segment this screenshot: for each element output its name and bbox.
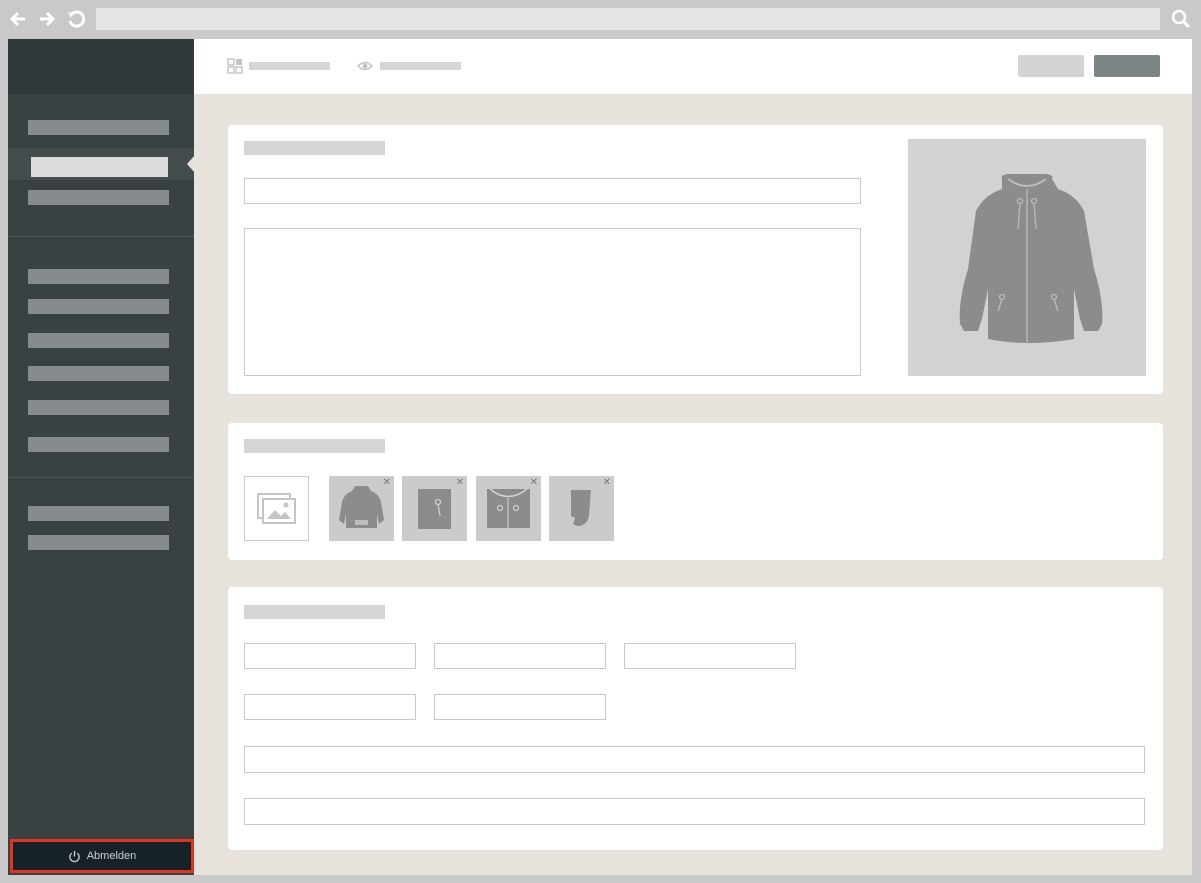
sidebar-item[interactable] bbox=[28, 299, 169, 314]
close-icon[interactable]: ✕ bbox=[603, 477, 611, 488]
sidebar-item-active-label bbox=[31, 157, 168, 177]
view-option-label[interactable] bbox=[249, 62, 330, 70]
sidebar-item[interactable] bbox=[28, 366, 169, 381]
logout-label: Abmelden bbox=[86, 850, 137, 862]
attribute-input[interactable] bbox=[244, 694, 416, 720]
title-input[interactable] bbox=[244, 178, 861, 204]
power-icon bbox=[68, 850, 80, 862]
card-title bbox=[244, 605, 385, 619]
wide-input[interactable] bbox=[244, 746, 1145, 773]
sidebar-item[interactable] bbox=[28, 120, 169, 135]
arrow-left-icon[interactable] bbox=[8, 9, 28, 29]
arrow-right-icon[interactable] bbox=[37, 9, 57, 29]
details-card bbox=[228, 125, 1163, 394]
grid-icon[interactable] bbox=[227, 58, 243, 74]
close-icon[interactable]: ✕ bbox=[530, 477, 538, 488]
secondary-button[interactable] bbox=[1018, 55, 1084, 77]
sidebar-divider bbox=[8, 477, 194, 478]
active-indicator-icon bbox=[187, 155, 195, 173]
sidebar-item[interactable] bbox=[28, 190, 169, 205]
gallery-card: ✕ ✕ ✕ ✕ bbox=[228, 423, 1163, 560]
image-thumbnail[interactable]: ✕ bbox=[402, 476, 467, 541]
browser-chrome bbox=[0, 0, 1201, 39]
url-bar[interactable] bbox=[96, 8, 1160, 30]
logout-button[interactable]: Abmelden bbox=[10, 839, 194, 873]
add-image-icon bbox=[257, 493, 296, 524]
app-window: Abmelden ✕ ✕ ✕ ✕ bbox=[8, 39, 1192, 875]
sidebar-header bbox=[8, 39, 194, 94]
product-image[interactable] bbox=[908, 139, 1146, 376]
sidebar-item[interactable] bbox=[28, 506, 169, 521]
sidebar-item[interactable] bbox=[28, 400, 169, 415]
sidebar-item[interactable] bbox=[28, 535, 169, 550]
image-thumbnail[interactable]: ✕ bbox=[329, 476, 394, 541]
image-thumbnail[interactable]: ✕ bbox=[476, 476, 541, 541]
sidebar-item[interactable] bbox=[28, 333, 169, 348]
close-icon[interactable]: ✕ bbox=[383, 477, 391, 488]
wide-input[interactable] bbox=[244, 798, 1145, 825]
attribute-input[interactable] bbox=[244, 643, 416, 669]
close-icon[interactable]: ✕ bbox=[456, 477, 464, 488]
attribute-input[interactable] bbox=[434, 694, 606, 720]
card-title bbox=[244, 439, 385, 453]
sidebar: Abmelden bbox=[8, 39, 195, 875]
eye-icon[interactable] bbox=[356, 58, 374, 74]
sidebar-item[interactable] bbox=[28, 269, 169, 284]
description-textarea[interactable] bbox=[244, 228, 861, 376]
attribute-input[interactable] bbox=[624, 643, 796, 669]
reload-icon[interactable] bbox=[66, 9, 86, 29]
card-title bbox=[244, 141, 385, 155]
preview-option-label[interactable] bbox=[380, 62, 461, 70]
sidebar-item[interactable] bbox=[28, 437, 169, 452]
primary-button[interactable] bbox=[1094, 55, 1160, 77]
attributes-card bbox=[228, 587, 1163, 850]
add-image-button[interactable] bbox=[244, 476, 309, 541]
top-toolbar bbox=[194, 39, 1192, 94]
attribute-input[interactable] bbox=[434, 643, 606, 669]
jacket-icon bbox=[959, 174, 1103, 344]
image-thumbnail[interactable]: ✕ bbox=[549, 476, 614, 541]
sidebar-divider bbox=[8, 236, 194, 237]
search-icon[interactable] bbox=[1170, 8, 1192, 30]
